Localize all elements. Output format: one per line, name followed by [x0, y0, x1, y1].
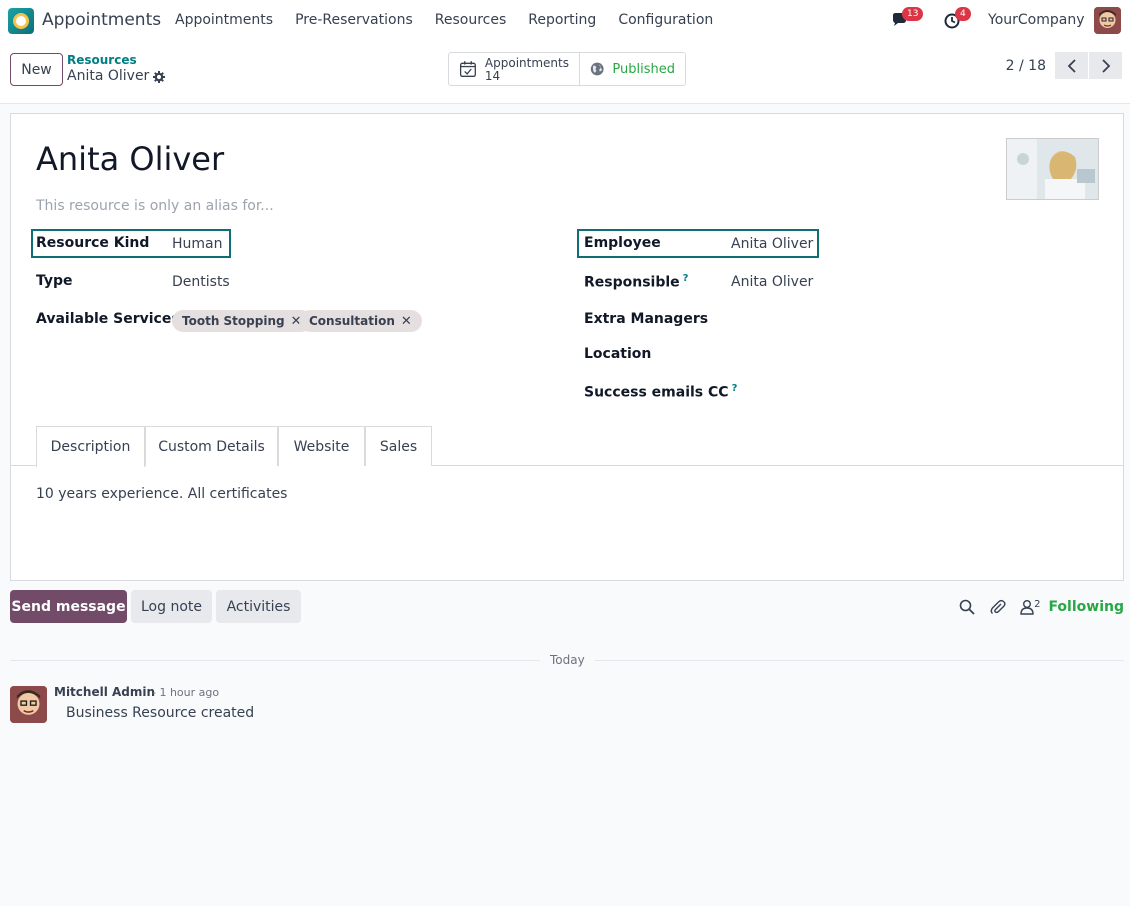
- message-time: - 1 hour ago: [152, 686, 220, 699]
- tab-website[interactable]: Website: [278, 426, 365, 466]
- breadcrumb-resources-link[interactable]: Resources: [67, 53, 165, 68]
- messages-button[interactable]: 13: [891, 7, 924, 28]
- extra-managers-field[interactable]: [731, 311, 1061, 331]
- chevron-right-icon: [1101, 58, 1110, 73]
- breadcrumb-current-label: Anita Oliver: [67, 68, 150, 84]
- paperclip-icon[interactable]: [989, 598, 1007, 616]
- chevron-left-icon: [1067, 58, 1076, 73]
- location-label: Location: [584, 346, 652, 362]
- company-switcher[interactable]: YourCompany: [988, 12, 1085, 28]
- pager-value[interactable]: 2 / 18: [1006, 58, 1046, 74]
- gear-icon[interactable]: [153, 70, 166, 83]
- form-sheet: Anita Oliver This resource is only an al…: [10, 113, 1124, 581]
- resource-kind-field[interactable]: Human: [172, 236, 223, 252]
- tab-custom-details[interactable]: Custom Details: [145, 426, 278, 466]
- resource-photo-image: [1007, 139, 1098, 199]
- top-navbar: Appointments Appointments Pre-Reservatio…: [0, 0, 1130, 40]
- date-divider-label: Today: [540, 653, 595, 667]
- followers-button[interactable]: 2: [1020, 599, 1040, 615]
- breadcrumb: Resources Anita Oliver: [67, 53, 166, 85]
- person-icon: [1020, 600, 1034, 615]
- user-avatar[interactable]: [1094, 7, 1121, 34]
- responsible-help-icon[interactable]: ?: [683, 273, 689, 284]
- published-label: Published: [612, 61, 675, 77]
- main-menu: Appointments Pre-Reservations Resources …: [175, 12, 735, 28]
- service-tag-label: Consultation: [309, 314, 395, 328]
- message-author-avatar[interactable]: [10, 686, 47, 723]
- calendar-check-icon: [459, 61, 476, 77]
- message-author[interactable]: Mitchell Admin: [54, 685, 155, 699]
- location-field[interactable]: [731, 346, 1061, 366]
- send-message-button[interactable]: Send message: [10, 590, 127, 623]
- record-pager: 2 / 18: [1006, 52, 1122, 79]
- remove-tag-icon[interactable]: ✕: [401, 314, 412, 329]
- messages-count-badge: 13: [902, 7, 924, 21]
- menu-item-appointments[interactable]: Appointments: [175, 12, 273, 28]
- service-tag-label: Tooth Stopping: [182, 314, 285, 328]
- responsible-label-text: Responsible: [584, 274, 680, 291]
- appointments-smart-label: Appointments: [484, 55, 569, 70]
- employee-field[interactable]: Anita Oliver: [731, 236, 813, 252]
- published-smart-button[interactable]: Published: [579, 53, 685, 85]
- search-icon[interactable]: [958, 598, 976, 616]
- user-face-icon: [1094, 7, 1121, 34]
- alias-field[interactable]: This resource is only an alias for...: [36, 198, 274, 214]
- app-name[interactable]: Appointments: [42, 10, 161, 30]
- appointments-smart-button[interactable]: Appointments 14: [449, 53, 579, 85]
- available-services-label: Available Services: [36, 311, 180, 327]
- responsible-label: Responsible?: [584, 273, 688, 291]
- success-emails-label-text: Success emails CC: [584, 384, 729, 401]
- description-field[interactable]: 10 years experience. All certificates: [36, 486, 287, 502]
- employee-label: Employee: [584, 235, 661, 251]
- record-title[interactable]: Anita Oliver: [36, 140, 224, 178]
- appointments-smart-text: Appointments 14: [484, 55, 569, 83]
- pager-next-button[interactable]: [1089, 52, 1122, 79]
- followers-count: 2: [1034, 599, 1041, 610]
- smart-buttons: Appointments 14 Published: [448, 52, 686, 86]
- new-button[interactable]: New: [10, 53, 63, 86]
- type-field[interactable]: Dentists: [172, 274, 230, 290]
- menu-item-reporting[interactable]: Reporting: [528, 12, 596, 28]
- globe-icon: [590, 62, 604, 76]
- activities-button[interactable]: 4: [944, 7, 971, 29]
- user-face-icon: [10, 686, 47, 723]
- extra-managers-label: Extra Managers: [584, 311, 709, 327]
- service-tag-tooth-stopping: Tooth Stopping ✕: [172, 310, 312, 332]
- activities-count-badge: 4: [955, 7, 971, 21]
- control-panel: New Resources Anita Oliver Appointments …: [0, 40, 1130, 104]
- menu-item-configuration[interactable]: Configuration: [618, 12, 713, 28]
- menu-item-pre-reservations[interactable]: Pre-Reservations: [295, 12, 413, 28]
- pager-previous-button[interactable]: [1055, 52, 1088, 79]
- success-emails-label: Success emails CC?: [584, 383, 737, 401]
- breadcrumb-current: Anita Oliver: [67, 68, 166, 85]
- success-emails-field[interactable]: [731, 383, 1061, 403]
- responsible-field[interactable]: Anita Oliver: [731, 274, 813, 290]
- tab-sales[interactable]: Sales: [365, 426, 432, 466]
- activities-button[interactable]: Activities: [216, 590, 301, 623]
- appointments-app-icon[interactable]: [8, 8, 34, 34]
- tab-description[interactable]: Description: [36, 426, 145, 467]
- type-label: Type: [36, 273, 73, 289]
- resource-photo[interactable]: [1006, 138, 1099, 200]
- log-note-button[interactable]: Log note: [131, 590, 212, 623]
- following-button[interactable]: Following: [1048, 599, 1124, 615]
- message-body: Business Resource created: [66, 705, 255, 721]
- chatter-tools: 2 Following: [958, 596, 1124, 618]
- appointments-smart-count: 14: [484, 68, 501, 83]
- service-tag-consultation: Consultation ✕: [299, 310, 422, 332]
- chatter-toolbar: Send message Log note Activities 2 Follo…: [10, 590, 1124, 624]
- resource-kind-label: Resource Kind: [36, 235, 150, 251]
- notebook-tabs: Description Custom Details Website Sales: [11, 426, 1123, 467]
- menu-item-resources[interactable]: Resources: [435, 12, 507, 28]
